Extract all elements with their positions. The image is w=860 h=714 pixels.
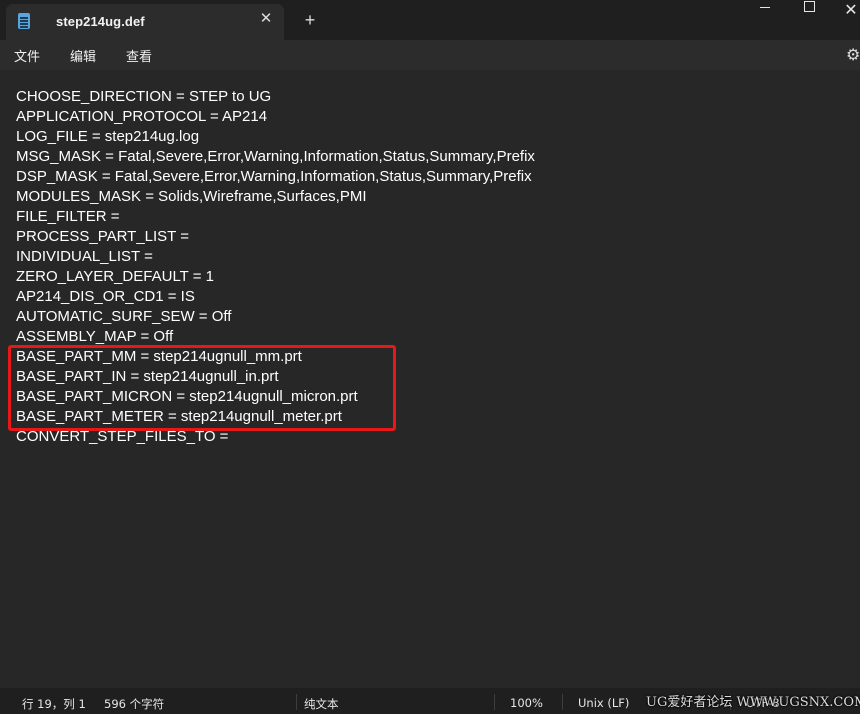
red-highlight-box: [8, 345, 396, 431]
editor-line: CHOOSE_DIRECTION = STEP to UG: [16, 88, 272, 105]
tab-close-icon[interactable]: ✕: [256, 9, 276, 29]
editor-line: PROCESS_PART_LIST =: [16, 228, 189, 245]
menu-bar: 文件 编辑 查看 ⚙: [0, 40, 860, 70]
status-divider: [296, 694, 297, 710]
minimize-icon: [760, 6, 770, 8]
menu-view[interactable]: 查看: [126, 46, 152, 65]
editor-line: LOG_FILE = step214ug.log: [16, 128, 200, 145]
line-ending[interactable]: Unix (LF): [578, 696, 629, 710]
status-divider: [494, 694, 495, 710]
status-bar: 行 19，列 1 596 个字符 纯文本 100% Unix (LF) UTF-…: [0, 688, 860, 714]
editor-line: ASSEMBLY_MAP = Off: [16, 328, 174, 345]
menu-edit[interactable]: 编辑: [70, 46, 96, 65]
close-window-button[interactable]: ✕: [828, 0, 860, 32]
text-editor[interactable]: CHOOSE_DIRECTION = STEP to UG APPLICATIO…: [0, 70, 860, 688]
tab-title: step214ug.def: [56, 14, 145, 29]
editor-line: APPLICATION_PROTOCOL = AP214: [16, 108, 268, 125]
maximize-icon: [803, 0, 815, 12]
new-tab-button[interactable]: +: [300, 10, 320, 30]
file-tab[interactable]: step214ug.def ✕: [6, 4, 284, 40]
notepad-icon: [18, 13, 30, 29]
editor-line: AP214_DIS_OR_CD1 = IS: [16, 288, 195, 305]
editor-line: AUTOMATIC_SURF_SEW = Off: [16, 308, 232, 325]
maximize-button[interactable]: [786, 0, 832, 32]
title-bar: step214ug.def ✕ + ✕: [0, 0, 860, 40]
settings-gear-icon[interactable]: ⚙: [846, 45, 860, 65]
editor-line: ZERO_LAYER_DEFAULT = 1: [16, 268, 214, 285]
zoom-level[interactable]: 100%: [510, 696, 543, 710]
editor-line: MSG_MASK = Fatal,Severe,Error,Warning,In…: [16, 148, 535, 165]
editor-line: FILE_FILTER =: [16, 208, 120, 225]
cursor-position[interactable]: 行 19，列 1: [22, 696, 86, 712]
editor-line: DSP_MASK = Fatal,Severe,Error,Warning,In…: [16, 168, 532, 185]
menu-file[interactable]: 文件: [14, 46, 40, 65]
editor-line: INDIVIDUAL_LIST =: [16, 248, 153, 265]
minimize-button[interactable]: [742, 0, 788, 32]
text-format[interactable]: 纯文本: [304, 696, 339, 712]
editor-line: MODULES_MASK = Solids,Wireframe,Surfaces…: [16, 188, 367, 205]
forum-watermark: UG爱好者论坛 WWW.UGSNX.COM: [646, 695, 860, 710]
character-count: 596 个字符: [104, 697, 165, 711]
status-divider: [562, 694, 563, 710]
notepad-window: step214ug.def ✕ + ✕ 文件 编辑 查看 ⚙ CHOOSE_DI…: [0, 0, 860, 714]
